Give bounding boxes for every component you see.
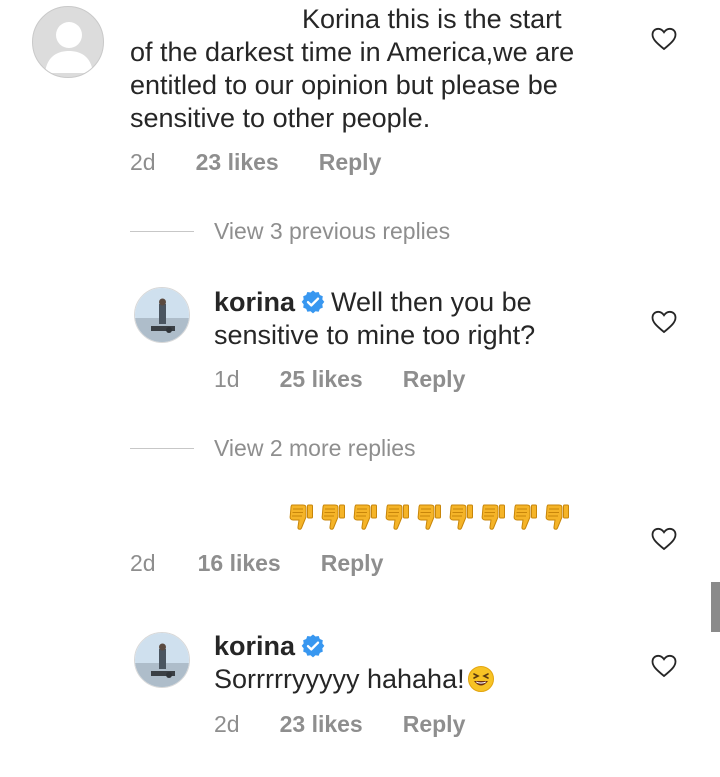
comment-text: Sorrrrryyyyy hahaha! bbox=[214, 664, 465, 694]
thumbs-down-icon bbox=[353, 504, 377, 530]
view-more-replies-link[interactable]: View 2 more replies bbox=[214, 435, 416, 462]
reply-button[interactable]: Reply bbox=[403, 366, 466, 393]
comment-age: 2d bbox=[130, 149, 156, 175]
heart-outline-icon bbox=[651, 27, 677, 51]
reply-button[interactable]: Reply bbox=[319, 149, 382, 176]
likes-count[interactable]: 25 likes bbox=[280, 366, 363, 393]
reply-button[interactable]: Reply bbox=[321, 550, 384, 577]
laughing-emoji bbox=[467, 665, 495, 701]
verified-badge-icon bbox=[301, 634, 325, 658]
thumbs-down-icon bbox=[385, 504, 409, 530]
like-heart-button[interactable] bbox=[651, 27, 677, 56]
likes-count[interactable]: 16 likes bbox=[198, 550, 281, 577]
thumbs-down-icon bbox=[545, 504, 569, 530]
heart-outline-icon bbox=[651, 527, 677, 551]
view-previous-replies-link[interactable]: View 3 previous replies bbox=[214, 218, 450, 245]
like-heart-button[interactable] bbox=[651, 654, 677, 683]
profile-photo-icon bbox=[135, 633, 189, 687]
laughing-face-icon bbox=[467, 666, 494, 692]
like-heart-button[interactable] bbox=[651, 310, 677, 339]
avatar[interactable] bbox=[134, 287, 190, 343]
comment-text: Well then you be bbox=[331, 287, 532, 317]
likes-count[interactable]: 23 likes bbox=[280, 711, 363, 738]
thumbs-down-icon bbox=[289, 504, 313, 530]
avatar[interactable] bbox=[134, 632, 190, 688]
thumbs-down-icon bbox=[481, 504, 505, 530]
emoji-comment bbox=[288, 502, 571, 532]
comment-meta: 1d 25 likes Reply bbox=[214, 366, 465, 393]
default-avatar-icon bbox=[45, 22, 93, 73]
thumbs-down-icon bbox=[513, 504, 537, 530]
like-heart-button[interactable] bbox=[651, 527, 677, 556]
comment-line: entitled to our opinion but please be bbox=[130, 70, 558, 100]
username-link[interactable]: korina bbox=[214, 287, 295, 317]
comment-body: korina Sorrrrryyyyy hahaha! bbox=[214, 630, 644, 701]
comment-line: of the darkest time in America,we are bbox=[130, 37, 575, 67]
comment-line: sensitive to mine too right? bbox=[214, 320, 536, 350]
comment-line: sensitive to other people. bbox=[130, 103, 431, 133]
comment-body: korina Well then you be sensitive to min… bbox=[214, 286, 644, 352]
thumbs-down-icon bbox=[449, 504, 473, 530]
comment-age: 1d bbox=[214, 366, 240, 392]
heart-outline-icon bbox=[651, 310, 677, 334]
thumbs-down-icon bbox=[321, 504, 345, 530]
comment-line: Korina this is the start bbox=[302, 4, 562, 34]
comment-line: korina Well then you be bbox=[214, 286, 644, 319]
thumbs-down-icon bbox=[417, 504, 441, 530]
heart-outline-icon bbox=[651, 654, 677, 678]
comment-line: Sorrrrryyyyy hahaha! bbox=[214, 663, 644, 701]
verified-badge-icon bbox=[301, 290, 325, 314]
comment-body: Korina this is the start of the darkest … bbox=[130, 3, 650, 135]
scrollbar-thumb[interactable] bbox=[711, 582, 720, 632]
comment-meta: 2d 23 likes Reply bbox=[214, 711, 465, 738]
comment-age: 2d bbox=[130, 550, 156, 576]
username-link[interactable]: korina bbox=[214, 631, 295, 661]
comment-meta: 2d 23 likes Reply bbox=[130, 149, 381, 176]
replies-divider bbox=[130, 448, 194, 449]
profile-photo-icon bbox=[135, 288, 189, 342]
comment-age: 2d bbox=[214, 711, 240, 737]
replies-divider bbox=[130, 231, 194, 232]
comment-meta: 2d 16 likes Reply bbox=[130, 550, 383, 577]
default-avatar[interactable] bbox=[32, 6, 104, 78]
comment-line: korina bbox=[214, 630, 644, 663]
reply-button[interactable]: Reply bbox=[403, 711, 466, 738]
likes-count[interactable]: 23 likes bbox=[196, 149, 279, 176]
